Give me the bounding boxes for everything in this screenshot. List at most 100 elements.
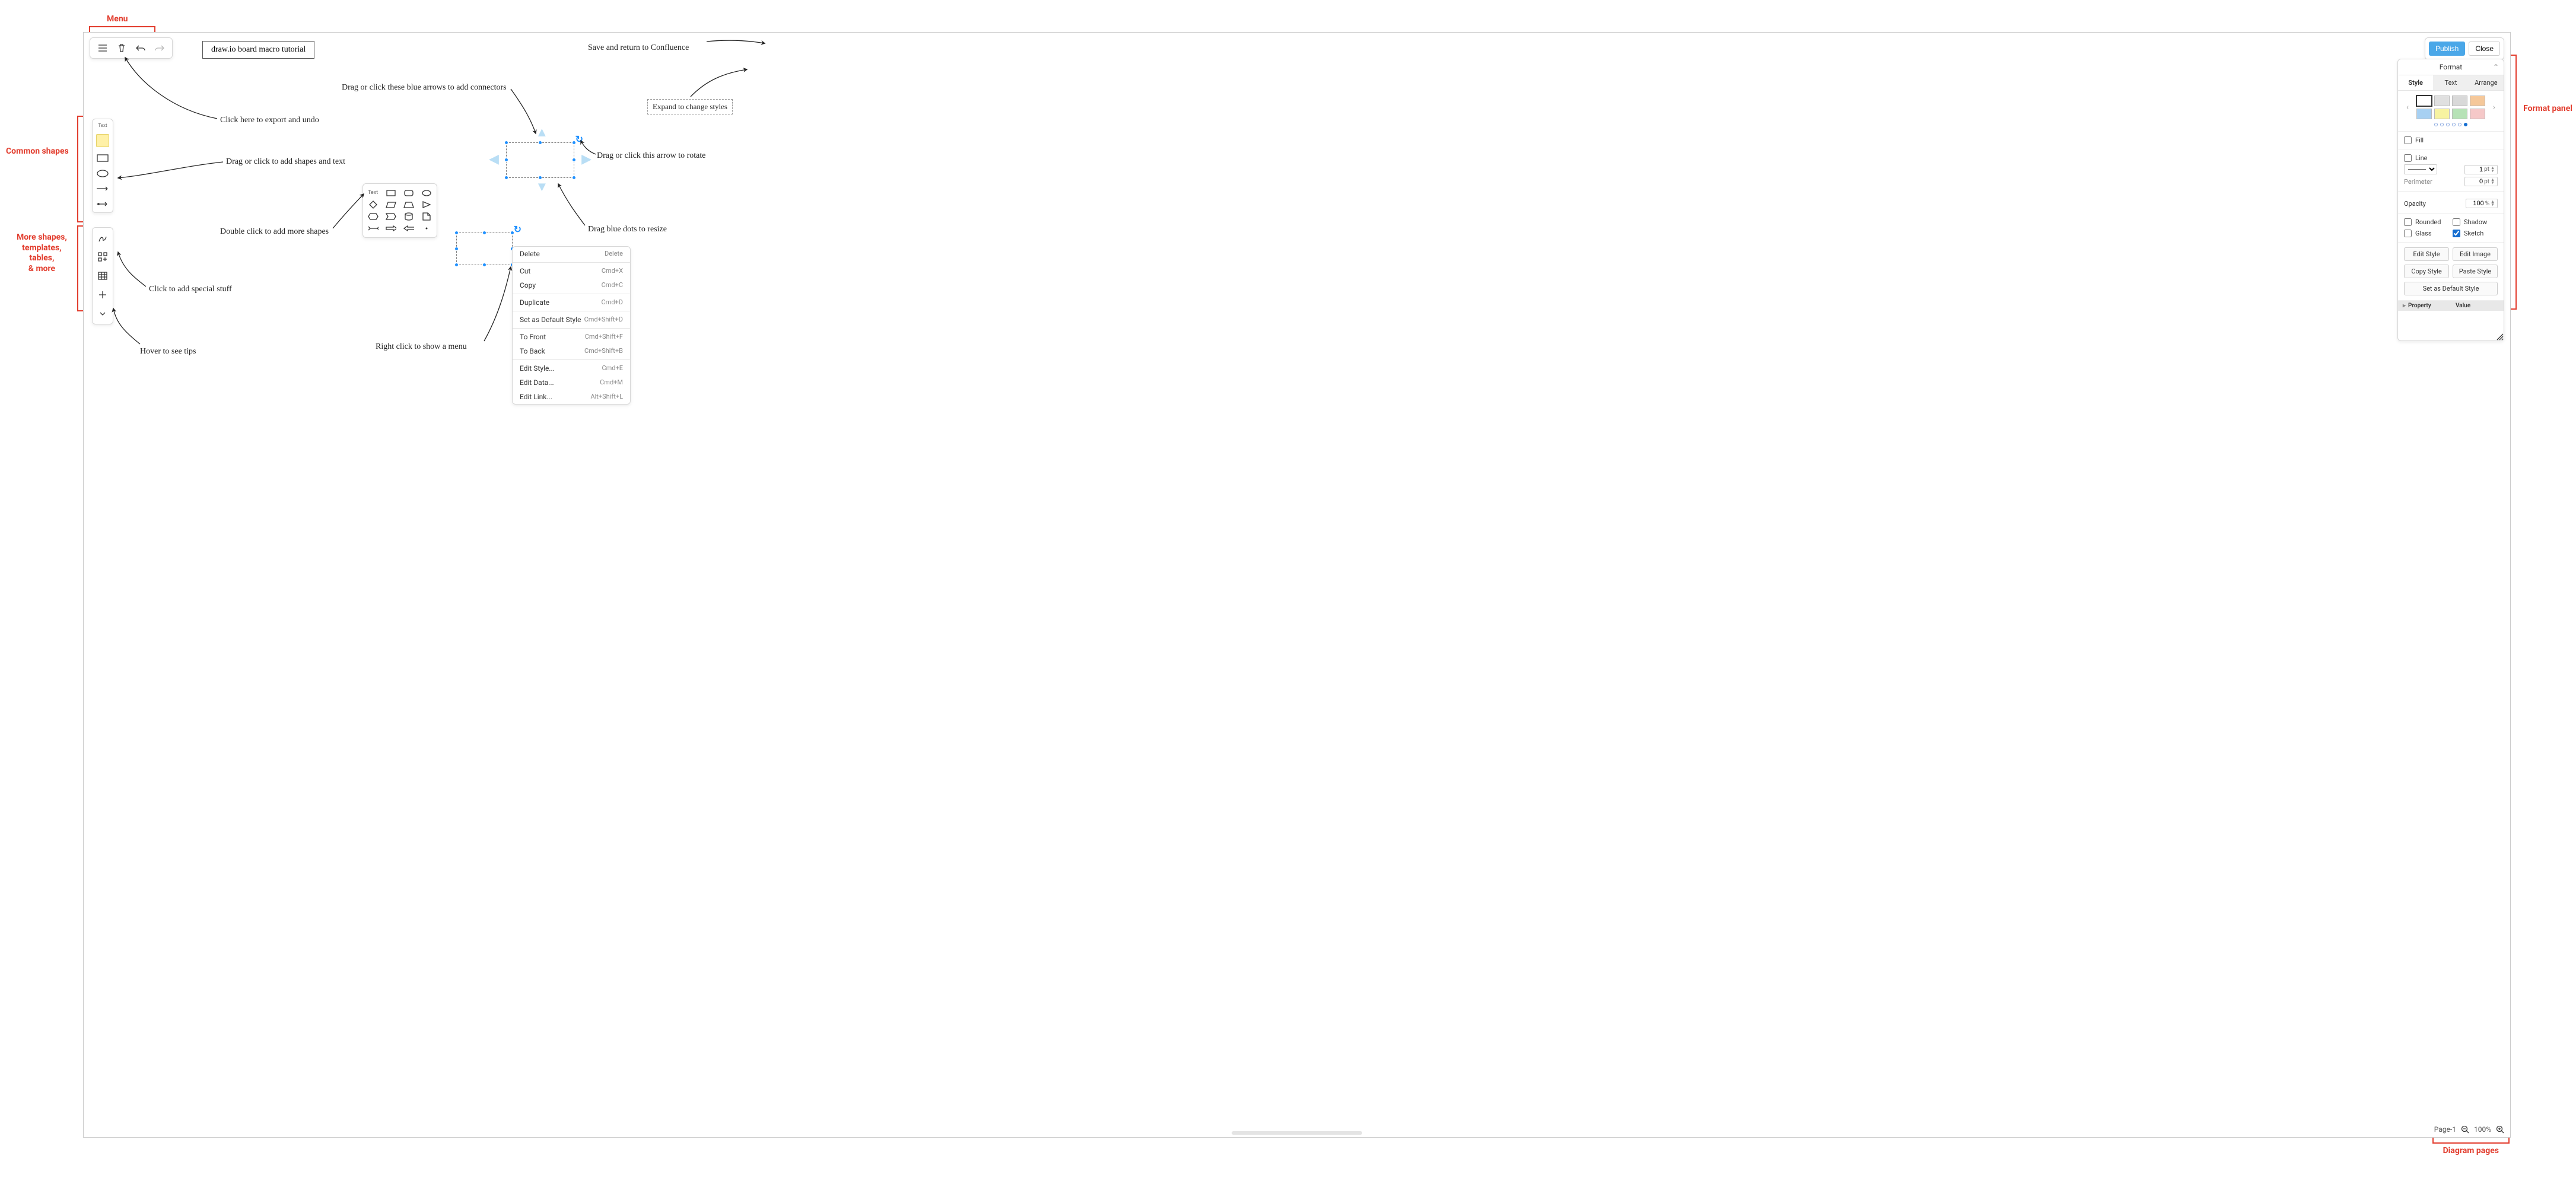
palette-page-dot[interactable] <box>2440 123 2444 126</box>
properties-header[interactable]: ▸Property Value <box>2398 301 2504 311</box>
page-name[interactable]: Page-1 <box>2434 1125 2456 1134</box>
color-swatch[interactable] <box>2470 109 2485 119</box>
color-swatch[interactable] <box>2434 109 2450 119</box>
palette-page-dot[interactable] <box>2434 123 2438 126</box>
palette-page-dot[interactable] <box>2464 123 2467 126</box>
selected-shape-2[interactable]: ↻ <box>456 233 513 265</box>
trash-icon[interactable] <box>115 42 128 55</box>
picker-cylinder[interactable] <box>403 212 414 221</box>
hamburger-icon[interactable] <box>96 42 109 55</box>
redo-icon[interactable] <box>153 42 166 55</box>
tab-style[interactable]: Style <box>2398 75 2433 90</box>
freehand-icon[interactable] <box>96 233 109 243</box>
resize-handle[interactable] <box>572 141 576 145</box>
more-chevron-icon[interactable] <box>96 308 109 319</box>
zoom-out-icon[interactable] <box>2461 1125 2469 1134</box>
context-menu-item[interactable]: Edit Link...Alt+Shift+L <box>513 390 630 404</box>
picker-hexagon[interactable] <box>368 212 379 221</box>
line-width-stepper[interactable]: pt ▲▼ <box>2464 165 2498 174</box>
picker-ellipse[interactable] <box>421 189 432 197</box>
stepper-arrows-icon[interactable]: ▲▼ <box>2491 179 2495 184</box>
context-menu-item[interactable]: To FrontCmd+Shift+F <box>513 330 630 344</box>
rounded-checkbox-input[interactable] <box>2404 218 2412 226</box>
resize-handle[interactable] <box>454 231 459 235</box>
glass-checkbox-input[interactable] <box>2404 230 2412 237</box>
picker-step[interactable] <box>386 212 396 221</box>
rounded-checkbox[interactable]: Rounded <box>2404 218 2449 226</box>
stepper-arrows-icon[interactable]: ▲▼ <box>2491 200 2495 206</box>
sketch-checkbox-input[interactable] <box>2453 230 2460 237</box>
picker-trapezoid[interactable] <box>403 200 414 209</box>
glass-checkbox[interactable]: Glass <box>2404 230 2449 237</box>
tab-arrange[interactable]: Arrange <box>2469 75 2504 90</box>
connector-arrow-up-icon[interactable]: ▲ <box>536 126 549 139</box>
fill-checkbox[interactable]: Fill <box>2404 136 2498 144</box>
diagram-title[interactable]: draw.io board macro tutorial <box>202 41 314 59</box>
context-menu-item[interactable]: DuplicateCmd+D <box>513 295 630 310</box>
color-swatch[interactable] <box>2470 95 2485 106</box>
set-default-style-button[interactable]: Set as Default Style <box>2404 282 2498 295</box>
picker-double-arrow[interactable] <box>368 224 379 233</box>
edit-style-button[interactable]: Edit Style <box>2404 247 2449 261</box>
context-menu-item[interactable]: CutCmd+X <box>513 264 630 278</box>
perimeter-stepper[interactable]: pt ▲▼ <box>2464 177 2498 186</box>
resize-handle[interactable] <box>454 263 459 267</box>
picker-rounded-rect[interactable] <box>403 189 414 197</box>
palette-next-icon[interactable]: › <box>2491 103 2498 112</box>
picker-dot[interactable] <box>421 224 432 233</box>
collapse-chevron-icon[interactable]: ⌃ <box>2493 63 2499 71</box>
color-swatch[interactable] <box>2416 95 2432 106</box>
horizontal-scrollbar[interactable] <box>1232 1131 1362 1135</box>
zoom-value[interactable]: 100% <box>2474 1125 2491 1134</box>
fill-checkbox-input[interactable] <box>2404 136 2412 144</box>
resize-handle[interactable] <box>538 176 542 180</box>
resize-handle[interactable] <box>454 247 459 251</box>
shapes-library-icon[interactable] <box>96 252 109 262</box>
resize-handle[interactable] <box>504 176 508 180</box>
context-menu-item[interactable]: CopyCmd+C <box>513 278 630 292</box>
connector-arrow-right-icon[interactable]: ▶ <box>581 153 591 166</box>
shadow-checkbox[interactable]: Shadow <box>2453 218 2498 226</box>
picker-triangle[interactable] <box>421 200 432 209</box>
undo-icon[interactable] <box>134 42 147 55</box>
ellipse-shape[interactable] <box>96 168 109 178</box>
resize-handle[interactable] <box>510 231 514 235</box>
line-style-select[interactable]: ——— <box>2404 164 2437 174</box>
picker-parallelogram[interactable] <box>386 200 396 209</box>
resize-handle[interactable] <box>572 158 576 162</box>
sketch-checkbox[interactable]: Sketch <box>2453 230 2498 237</box>
palette-prev-icon[interactable]: ‹ <box>2404 103 2411 112</box>
picker-diamond[interactable] <box>368 200 379 209</box>
opacity-input[interactable] <box>2469 200 2484 207</box>
sticky-note-shape[interactable] <box>96 134 109 147</box>
line-arrow-shape[interactable] <box>96 184 109 193</box>
line-checkbox-input[interactable] <box>2404 154 2412 162</box>
rectangle-shape[interactable] <box>96 153 109 163</box>
zoom-in-icon[interactable] <box>2496 1125 2504 1134</box>
context-menu-item[interactable]: DeleteDelete <box>513 247 630 261</box>
context-menu-item[interactable]: Edit Data...Cmd+M <box>513 375 630 390</box>
perimeter-input[interactable] <box>2467 178 2483 185</box>
resize-handle[interactable] <box>504 158 508 162</box>
canvas-frame[interactable]: draw.io board macro tutorial Publish Clo… <box>83 32 2511 1138</box>
rotate-handle-icon[interactable]: ↻ <box>575 133 583 145</box>
line-checkbox[interactable]: Line <box>2404 154 2498 162</box>
resize-handle[interactable] <box>504 141 508 145</box>
color-swatch[interactable] <box>2434 95 2450 106</box>
rotate-handle-icon[interactable]: ↻ <box>514 224 521 235</box>
insert-plus-icon[interactable] <box>96 289 109 300</box>
opacity-stepper[interactable]: % ▲▼ <box>2466 199 2498 208</box>
picker-rectangle[interactable] <box>386 189 396 197</box>
resize-handle[interactable] <box>482 231 486 235</box>
color-swatch[interactable] <box>2452 109 2467 119</box>
line-diamond-arrow-shape[interactable] <box>96 199 109 209</box>
context-menu-item[interactable]: To BackCmd+Shift+B <box>513 344 630 358</box>
palette-page-dot[interactable] <box>2458 123 2461 126</box>
table-icon[interactable] <box>96 270 109 281</box>
paste-style-button[interactable]: Paste Style <box>2453 265 2498 278</box>
connector-arrow-left-icon[interactable]: ◀ <box>489 153 499 166</box>
resize-handle[interactable] <box>482 263 486 267</box>
palette-page-dot[interactable] <box>2446 123 2450 126</box>
picker-right-arrow[interactable] <box>386 224 396 233</box>
resize-grip-icon[interactable] <box>2495 332 2504 340</box>
